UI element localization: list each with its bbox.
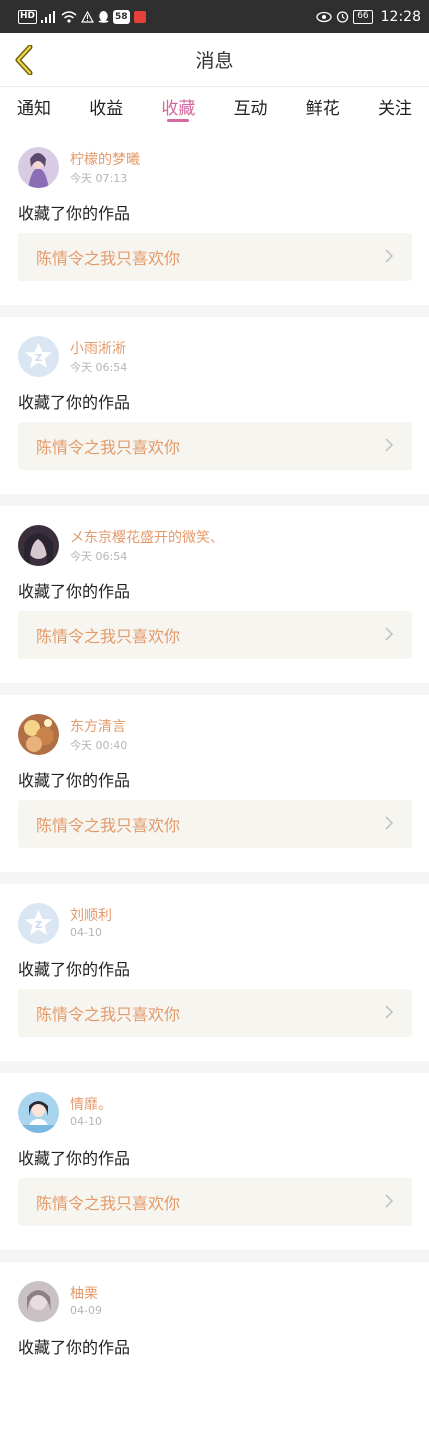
avatar[interactable] <box>18 525 59 566</box>
tab-label: 鲜花 <box>305 99 340 119</box>
svg-text:Z: Z <box>35 920 42 931</box>
warning-icon <box>81 10 95 24</box>
chevron-left-icon <box>15 45 33 75</box>
chevron-right-icon <box>384 1193 394 1212</box>
avatar[interactable]: Z <box>18 336 59 377</box>
svg-text:Z: Z <box>35 353 42 364</box>
user-name[interactable]: 刘顺利 <box>70 905 112 925</box>
notification-item: 情靡。 04-10 收藏了你的作品陈情令之我只喜欢你 <box>0 1073 429 1250</box>
clock: 12:28 <box>380 8 421 25</box>
user-name[interactable]: 东方清言 <box>70 716 126 736</box>
tab-notice[interactable]: 通知 <box>17 88 51 128</box>
signal-icon <box>41 10 57 24</box>
chevron-right-icon <box>384 437 394 456</box>
red-app-icon <box>133 10 146 24</box>
status-left: HD 58 <box>18 9 146 24</box>
notification-item: 东方清言今天 00:40 收藏了你的作品陈情令之我只喜欢你 <box>0 695 429 872</box>
work-link-card[interactable]: 陈情令之我只喜欢你 <box>18 800 412 848</box>
timestamp: 今天 07:13 <box>70 172 128 185</box>
work-link-card[interactable]: 陈情令之我只喜欢你 <box>18 611 412 659</box>
eye-icon <box>316 10 332 24</box>
item-separator <box>0 683 429 695</box>
action-text: 收藏了你的作品 <box>18 771 131 790</box>
tab-flowers[interactable]: 鲜花 <box>306 88 340 128</box>
work-title: 陈情令之我只喜欢你 <box>36 438 181 457</box>
timestamp: 04-10 <box>70 1115 102 1128</box>
tab-label: 互动 <box>233 99 268 119</box>
tab-earnings[interactable]: 收益 <box>89 88 123 128</box>
avatar[interactable]: Z <box>18 903 59 944</box>
active-tab-indicator <box>167 119 190 122</box>
work-title: 陈情令之我只喜欢你 <box>36 627 181 646</box>
action-text: 收藏了你的作品 <box>18 582 131 601</box>
battery-icon: 66 <box>353 9 373 24</box>
notification-item: 柠檬的梦曦今天 07:13 收藏了你的作品陈情令之我只喜欢你 <box>0 128 429 305</box>
status-bar: HD 58 66 12:28 <box>0 0 429 33</box>
timestamp: 今天 06:54 <box>70 361 128 374</box>
notification-item: メ东京樱花盛开的微笑、今天 06:54 收藏了你的作品陈情令之我只喜欢你 <box>0 506 429 683</box>
qq-icon <box>98 10 109 24</box>
avatar[interactable] <box>18 1281 59 1322</box>
tab-follow[interactable]: 关注 <box>378 88 412 128</box>
notification-list: 柠檬的梦曦 今天 07:13 收藏了你的作品 陈情令之我只喜欢你 Z 小雨淅淅 今天 06:… <box>0 128 429 1439</box>
action-text: 收藏了你的作品 <box>18 1149 131 1168</box>
timestamp: 今天 06:54 <box>70 550 128 563</box>
tab-favorites[interactable]: 收藏 <box>161 88 195 128</box>
page-title: 消息 <box>195 50 234 72</box>
work-link-card[interactable]: 陈情令之我只喜欢你 <box>18 1178 412 1226</box>
item-separator <box>0 872 429 884</box>
avatar[interactable] <box>18 147 59 188</box>
work-link-card[interactable]: 陈情令之我只喜欢你 <box>18 422 412 470</box>
timestamp: 今天 00:40 <box>70 739 128 752</box>
notification-item: 柚栗 04-09 收藏了你的作品 <box>0 1262 429 1439</box>
chevron-right-icon <box>384 815 394 834</box>
tab-label: 收藏 <box>161 99 196 119</box>
user-name[interactable]: 小雨淅淅 <box>70 338 126 358</box>
timestamp: 04-10 <box>70 926 102 939</box>
tab-label: 通知 <box>17 99 51 119</box>
action-text: 收藏了你的作品 <box>18 393 131 412</box>
chevron-right-icon <box>384 626 394 645</box>
notification-item: Z 刘顺利 04-10 收藏了你的作品陈情令之我只喜欢你 <box>0 884 429 1061</box>
back-button[interactable] <box>10 44 38 76</box>
work-title: 陈情令之我只喜欢你 <box>36 1194 181 1213</box>
hd-icon: HD <box>18 9 38 24</box>
user-name[interactable]: メ东京樱花盛开的微笑、 <box>70 527 224 547</box>
alarm-icon <box>336 10 349 24</box>
timestamp: 04-09 <box>70 1304 102 1317</box>
tab-label: 关注 <box>377 99 412 119</box>
action-text: 收藏了你的作品 <box>18 960 131 979</box>
avatar[interactable] <box>18 1092 59 1133</box>
work-title: 陈情令之我只喜欢你 <box>36 816 181 835</box>
avatar[interactable] <box>18 714 59 755</box>
tab-interaction[interactable]: 互动 <box>234 88 268 128</box>
action-text: 收藏了你的作品 <box>18 204 131 223</box>
wifi-icon <box>61 10 77 24</box>
work-link-card[interactable]: 陈情令之我只喜欢你 <box>18 989 412 1037</box>
tab-label: 收益 <box>89 99 124 119</box>
user-name[interactable]: 柚栗 <box>70 1283 98 1303</box>
chevron-right-icon <box>384 1004 394 1023</box>
status-right: 66 12:28 <box>316 9 421 25</box>
work-title: 陈情令之我只喜欢你 <box>36 1005 181 1024</box>
app58-icon: 58 <box>113 9 130 24</box>
item-separator <box>0 494 429 506</box>
work-link-card[interactable]: 陈情令之我只喜欢你 <box>18 233 412 281</box>
nav-header: 消息 <box>0 33 429 87</box>
work-title: 陈情令之我只喜欢你 <box>36 249 181 268</box>
user-name[interactable]: 情靡。 <box>70 1094 112 1114</box>
item-separator <box>0 305 429 317</box>
chevron-right-icon <box>384 248 394 267</box>
item-separator <box>0 1061 429 1073</box>
notification-item: Z 小雨淅淅今天 06:54 收藏了你的作品陈情令之我只喜欢你 <box>0 317 429 494</box>
action-text: 收藏了你的作品 <box>18 1338 131 1357</box>
tab-bar: 通知 收益 收藏 互动 鲜花 关注 <box>0 88 429 128</box>
item-separator <box>0 1250 429 1262</box>
user-name[interactable]: 柠檬的梦曦 <box>70 149 140 169</box>
